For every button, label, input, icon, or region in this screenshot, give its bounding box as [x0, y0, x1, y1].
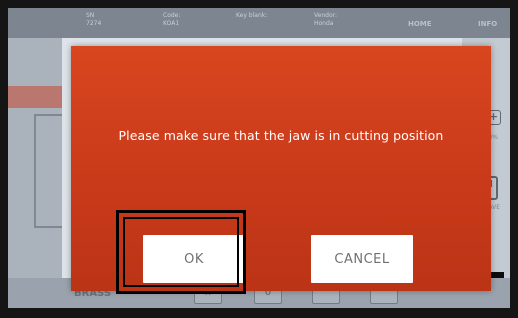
sn-field: SN 7274 [86, 12, 101, 28]
ok-highlight-frame [116, 210, 246, 294]
tab-home[interactable]: HOME [408, 20, 432, 28]
vendor-field: Vendor: Honda [314, 12, 337, 28]
code-field: Code: KOA1 [163, 12, 180, 28]
vendor-label: Vendor: [314, 12, 337, 19]
sn-value: 7274 [86, 20, 102, 27]
tab-info[interactable]: INFO [478, 20, 497, 28]
key-blank-label: Key blank: [236, 12, 268, 19]
vendor-value: Honda [314, 20, 334, 27]
left-highlight-bar [8, 86, 62, 108]
key-blank-field: Key blank: [236, 12, 267, 20]
sn-label: SN [86, 12, 95, 19]
cancel-button[interactable]: CANCEL [311, 235, 413, 283]
top-bar: SN 7274 Code: KOA1 Key blank: Vendor: Ho… [8, 8, 510, 38]
code-label: Code: [163, 12, 181, 19]
key-outline [34, 114, 62, 228]
touch-screen: SN 7274 Code: KOA1 Key blank: Vendor: Ho… [8, 8, 510, 308]
dialog-message: Please make sure that the jaw is in cutt… [118, 128, 444, 143]
code-value: KOA1 [163, 20, 180, 27]
